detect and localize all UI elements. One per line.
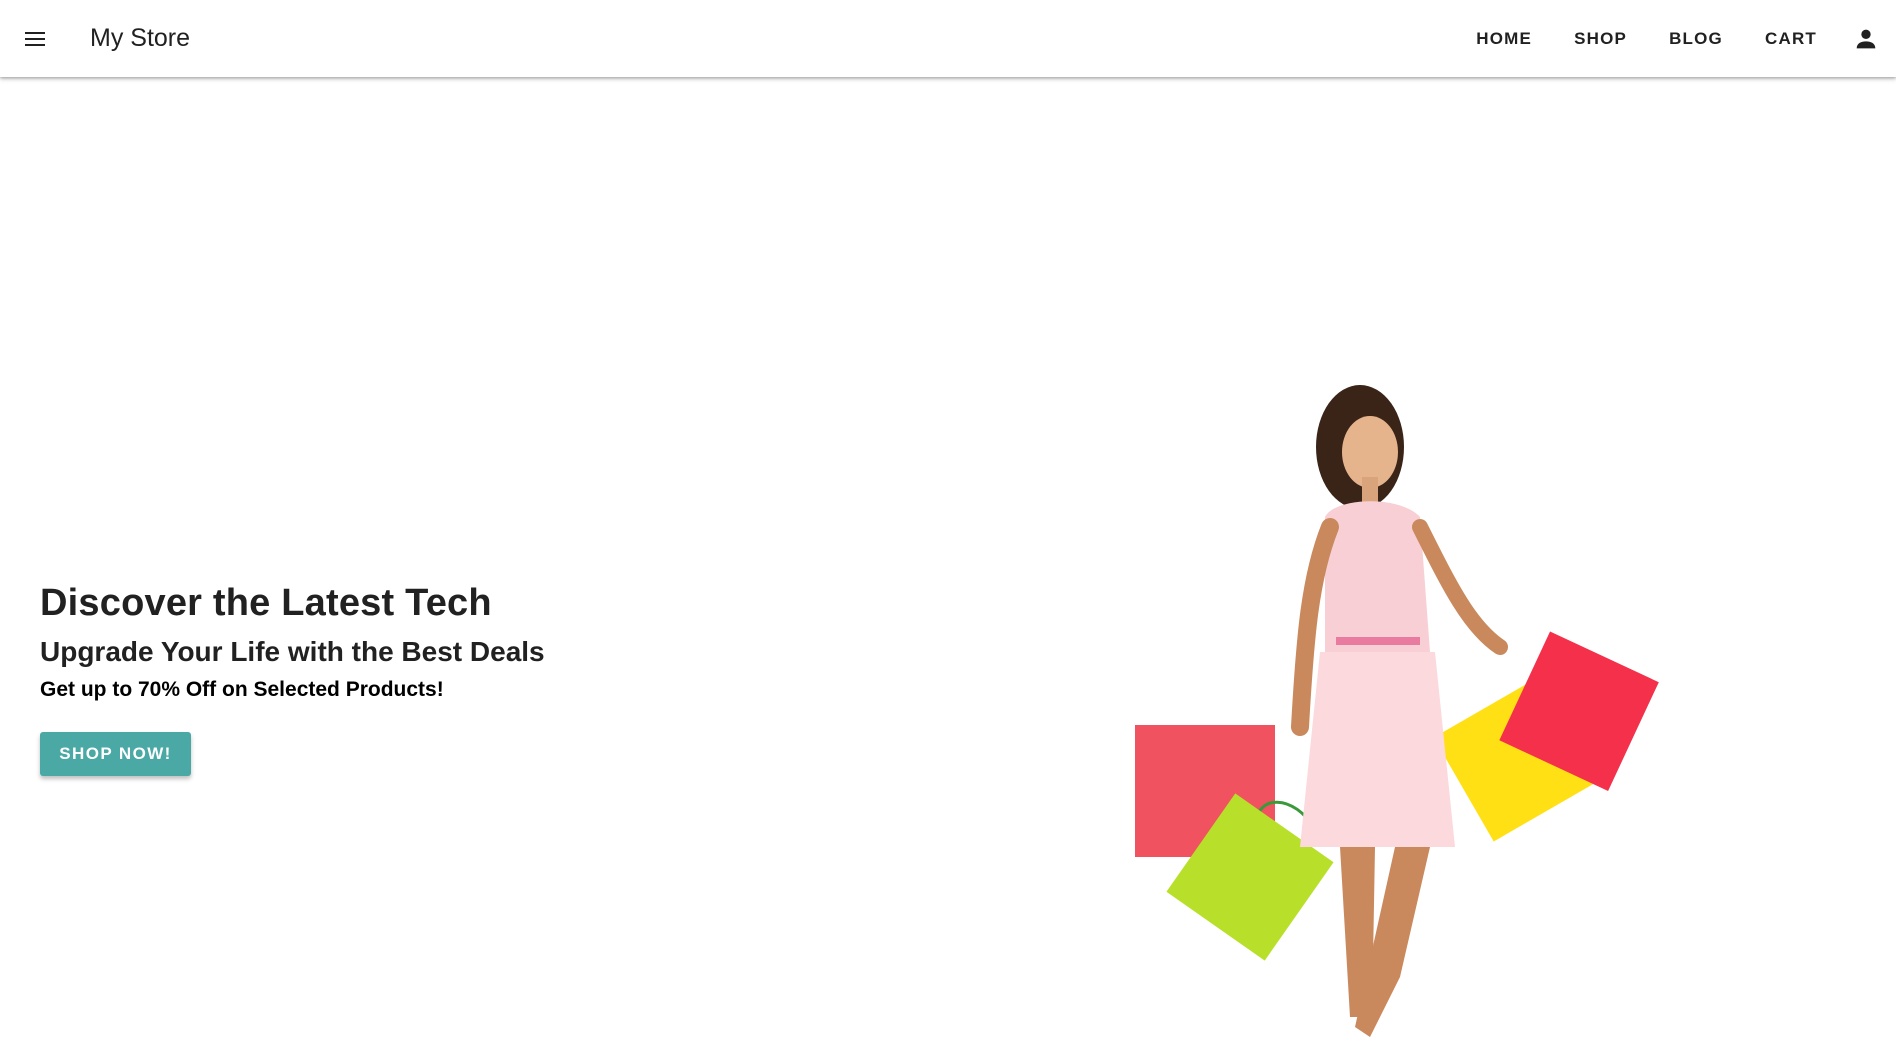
hero-image (1135, 385, 1659, 1037)
app-bar: My Store HOME SHOP BLOG CART (0, 0, 1896, 77)
menu-icon (25, 32, 45, 46)
store-title[interactable]: My Store (90, 22, 190, 54)
nav-cart[interactable]: CART (1744, 0, 1838, 77)
hero-offer: Get up to 70% Off on Selected Products! (40, 678, 444, 701)
account-button[interactable] (1844, 17, 1888, 61)
nav-home[interactable]: HOME (1455, 0, 1553, 77)
shop-now-button[interactable]: SHOP NOW! (40, 732, 191, 776)
hero-text: Discover the Latest Tech Upgrade Your Li… (40, 579, 545, 703)
account-icon (1856, 29, 1876, 48)
menu-button[interactable] (18, 22, 52, 56)
nav-shop[interactable]: SHOP (1553, 0, 1648, 77)
woman-figure (1291, 385, 1508, 1037)
hero-section: Discover the Latest Tech Upgrade Your Li… (0, 77, 1896, 1037)
main-nav: HOME SHOP BLOG CART (1455, 0, 1896, 77)
hero-subheading: Upgrade Your Life with the Best Deals (40, 636, 545, 667)
hero-heading: Discover the Latest Tech (40, 582, 492, 624)
nav-blog[interactable]: BLOG (1648, 0, 1744, 77)
